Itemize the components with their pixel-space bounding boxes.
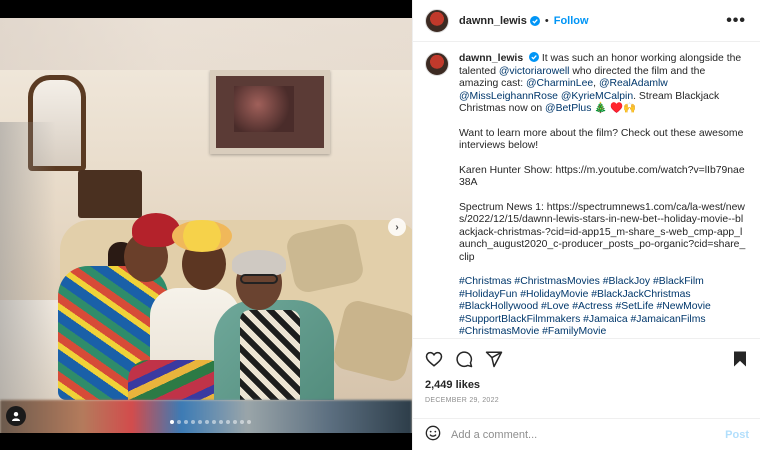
- avatar[interactable]: [425, 8, 449, 33]
- carousel-dot: [205, 420, 209, 424]
- caption-emojis: 🎄 ♥️🙌: [594, 103, 636, 114]
- follow-button[interactable]: Follow: [554, 15, 589, 27]
- send-icon: [485, 351, 503, 368]
- tagged-users-button[interactable]: [6, 406, 26, 426]
- user-icon: [12, 412, 20, 421]
- comment-input[interactable]: Add a comment...: [451, 429, 725, 441]
- caption-username[interactable]: dawnn_lewis: [459, 53, 523, 64]
- dresser: [78, 170, 142, 218]
- caption-paragraph: Want to learn more about the film? Check…: [459, 127, 744, 152]
- comment-icon: [456, 351, 473, 368]
- post-media: ›: [0, 0, 412, 450]
- likes-count[interactable]: 2,449 likes: [425, 379, 749, 391]
- carousel-dot: [240, 420, 244, 424]
- carousel-dot: [226, 420, 230, 424]
- caption-section: dawnn_lewis It was such an honor working…: [413, 42, 760, 338]
- carousel-dot: [198, 420, 202, 424]
- caption-paragraph: Spectrum News 1: https://spectrumnews1.c…: [459, 201, 746, 263]
- caption-text: dawnn_lewis It was such an honor working…: [459, 52, 747, 338]
- carousel-dot: [184, 420, 188, 424]
- mention-link[interactable]: @victoriarowell: [499, 66, 570, 77]
- separator-dot: •: [544, 14, 549, 27]
- comment-button[interactable]: [455, 350, 473, 368]
- verified-badge-icon: [529, 15, 540, 26]
- post-side-panel: dawnn_lewis • Follow ••• dawnn_lewis It …: [412, 0, 760, 450]
- chevron-right-icon: ›: [395, 221, 399, 233]
- mention-link[interactable]: @RealAdamlw: [599, 78, 668, 89]
- carousel-dot: [191, 420, 195, 424]
- post-photo: [0, 70, 412, 400]
- save-button[interactable]: [731, 350, 749, 368]
- mention-link[interactable]: @KyrieMCalpin: [561, 91, 633, 102]
- caption-avatar[interactable]: [425, 52, 449, 76]
- share-button[interactable]: [485, 350, 503, 368]
- carousel-dot: [219, 420, 223, 424]
- carousel-dot: [212, 420, 216, 424]
- mention-link[interactable]: @CharminLee: [526, 78, 593, 89]
- header-username[interactable]: dawnn_lewis: [459, 15, 527, 27]
- carousel-dot: [170, 420, 174, 424]
- verified-badge-icon: [529, 52, 539, 62]
- mention-link[interactable]: @BetPlus: [545, 103, 591, 114]
- comment-bar: Add a comment... Post: [413, 418, 760, 450]
- emoji-button[interactable]: [425, 425, 441, 444]
- eyeglasses: [240, 274, 278, 284]
- instagram-post-modal: › dawnn_lewis • Follow ••• dawnn_lewis I…: [0, 0, 760, 450]
- heart-icon: [425, 351, 443, 367]
- carousel-dot: [177, 420, 181, 424]
- like-button[interactable]: [425, 350, 443, 368]
- carousel-dots: [170, 420, 251, 424]
- smiley-icon: [425, 425, 441, 441]
- post-comment-button[interactable]: Post: [725, 429, 749, 441]
- bookmark-icon: [734, 351, 746, 367]
- yellow-fascinator: [172, 220, 232, 252]
- action-icons-row: [425, 347, 749, 371]
- photo-carousel[interactable]: [0, 18, 412, 433]
- carousel-next-button[interactable]: ›: [388, 218, 406, 236]
- post-actions: 2,449 likes DECEMBER 29, 2022: [413, 338, 760, 404]
- wall-painting: [210, 70, 330, 154]
- mention-link[interactable]: @MissLeighannRose: [459, 91, 558, 102]
- carousel-dot: [247, 420, 251, 424]
- post-header: dawnn_lewis • Follow •••: [413, 0, 760, 42]
- caption-hashtags[interactable]: #Christmas #ChristmasMovies #BlackJoy #B…: [459, 276, 747, 338]
- more-options-icon[interactable]: •••: [726, 12, 746, 29]
- caption-paragraph: Karen Hunter Show: https://m.youtube.com…: [459, 164, 745, 189]
- carousel-dot: [233, 420, 237, 424]
- post-date: DECEMBER 29, 2022: [425, 397, 499, 404]
